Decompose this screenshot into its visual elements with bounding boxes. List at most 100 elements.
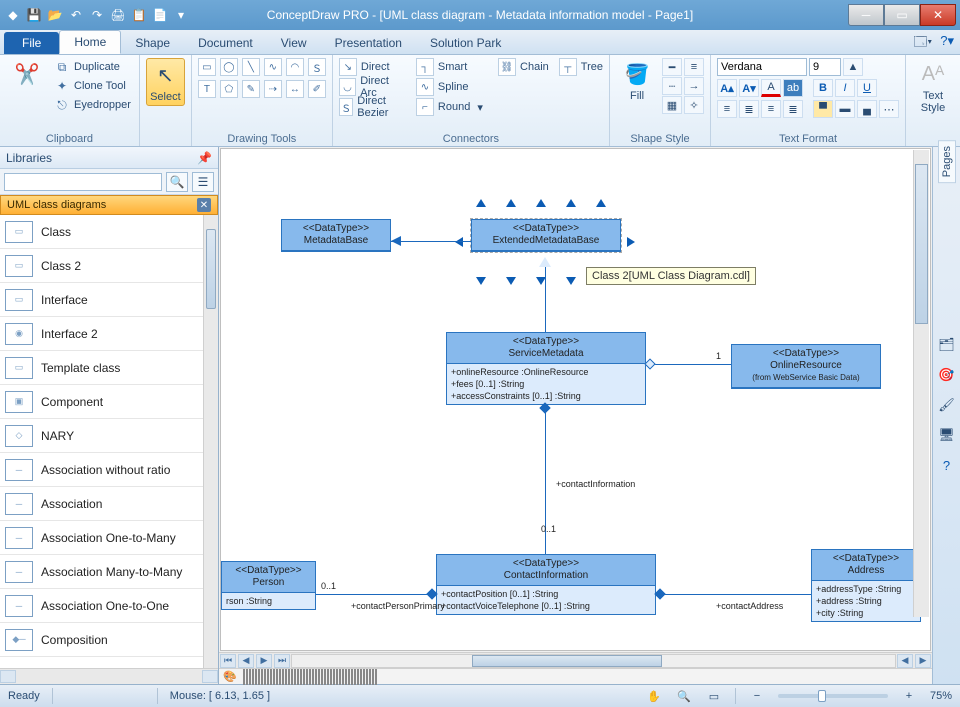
- color-swatch[interactable]: [363, 669, 365, 685]
- category-close-icon[interactable]: ✕: [197, 198, 211, 212]
- color-swatch[interactable]: [330, 669, 332, 685]
- file-tab[interactable]: File: [4, 32, 59, 54]
- library-vscrollbar[interactable]: [203, 215, 218, 668]
- qat-paste-icon[interactable]: 📄: [151, 6, 169, 24]
- library-search-input[interactable]: [4, 173, 162, 191]
- color-swatch[interactable]: [372, 669, 374, 685]
- text-style-button[interactable]: AᴬText Style: [912, 58, 954, 116]
- color-swatch[interactable]: [285, 669, 287, 685]
- tool-bezier[interactable]: Ｓ: [308, 58, 326, 76]
- tab-presentation[interactable]: Presentation: [321, 32, 416, 54]
- color-swatch[interactable]: [303, 669, 305, 685]
- dock-target-icon[interactable]: 🎯: [936, 364, 958, 386]
- zoom-out-button[interactable]: −: [748, 688, 766, 704]
- grow-font-button[interactable]: ▲: [843, 58, 863, 76]
- color-swatch[interactable]: [246, 669, 248, 685]
- color-swatch[interactable]: [321, 669, 323, 685]
- color-swatch[interactable]: [309, 669, 311, 685]
- color-swatch[interactable]: [255, 669, 257, 685]
- align-left-button[interactable]: ≡: [717, 100, 737, 118]
- font-color-button[interactable]: A: [761, 79, 781, 97]
- color-swatch[interactable]: [348, 669, 350, 685]
- dock-screen-icon[interactable]: 🖥: [936, 424, 958, 446]
- color-swatch[interactable]: [300, 669, 302, 685]
- page-prev-button[interactable]: ◀: [238, 654, 254, 668]
- color-swatch[interactable]: [294, 669, 296, 685]
- align-right-button[interactable]: ≡: [761, 100, 781, 118]
- conn-spline[interactable]: ∿Spline: [416, 78, 483, 96]
- hscroll-right-button[interactable]: ▶: [915, 654, 931, 668]
- bold-button[interactable]: B: [813, 79, 833, 97]
- lib-item-interface2[interactable]: ◉Interface 2: [0, 317, 203, 351]
- fit-page-button[interactable]: ▭: [705, 688, 723, 704]
- color-swatch[interactable]: [360, 669, 362, 685]
- lib-item-one-many[interactable]: ─Association One-to-Many: [0, 521, 203, 555]
- page-last-button[interactable]: ⏭: [274, 654, 290, 668]
- tab-document[interactable]: Document: [184, 32, 267, 54]
- qat-undo-icon[interactable]: ↶: [67, 6, 85, 24]
- color-swatch[interactable]: [267, 669, 269, 685]
- tool-rect[interactable]: ▭: [198, 58, 216, 76]
- pan-tool-button[interactable]: ✋: [645, 688, 663, 704]
- dock-help-icon[interactable]: ?: [936, 454, 958, 476]
- canvas[interactable]: <<DataType>>MetadataBase <<DataType>>Ext…: [221, 149, 930, 650]
- increase-font-button[interactable]: A▴: [717, 79, 737, 97]
- library-hscrollbar[interactable]: [0, 668, 218, 684]
- color-swatch[interactable]: [276, 669, 278, 685]
- conn-tree[interactable]: ┬Tree: [559, 58, 603, 76]
- conn-directbezier[interactable]: ＳDirect Bezier: [339, 98, 406, 116]
- dock-brush-icon[interactable]: 🖌: [936, 394, 958, 416]
- hscroll-left-button[interactable]: ◀: [897, 654, 913, 668]
- color-swatch[interactable]: [357, 669, 359, 685]
- paste-button[interactable]: ✂️: [6, 58, 48, 92]
- qat-print-icon[interactable]: 🖨: [109, 6, 127, 24]
- effects-button[interactable]: ✧: [684, 96, 704, 114]
- uml-metadatabase[interactable]: <<DataType>>MetadataBase: [281, 219, 391, 252]
- canvas-hscrollbar[interactable]: ⏮ ◀ ▶ ⏭ ◀ ▶: [219, 652, 932, 668]
- color-swatch[interactable]: [264, 669, 266, 685]
- library-category[interactable]: UML class diagrams ✕: [0, 195, 218, 215]
- lib-item-class2[interactable]: ▭Class 2: [0, 249, 203, 283]
- uml-person[interactable]: <<DataType>>Person rson :String: [221, 561, 316, 610]
- uml-extendedmetadatabase[interactable]: <<DataType>>ExtendedMetadataBase: [471, 219, 621, 252]
- qat-redo-icon[interactable]: ↷: [88, 6, 106, 24]
- sidebar-pin-icon[interactable]: 📌: [197, 151, 212, 165]
- tab-home[interactable]: Home: [59, 30, 121, 54]
- tool-ellipse[interactable]: ◯: [220, 58, 238, 76]
- tool-dim[interactable]: ↔: [286, 80, 304, 98]
- tool-free[interactable]: ✎: [242, 80, 260, 98]
- line-style-button[interactable]: ━: [662, 58, 682, 76]
- page-first-button[interactable]: ⏮: [220, 654, 236, 668]
- color-swatch[interactable]: [270, 669, 272, 685]
- underline-button[interactable]: U: [857, 79, 877, 97]
- minimize-button[interactable]: ─: [848, 4, 884, 26]
- align-justify-button[interactable]: ≣: [783, 100, 803, 118]
- color-swatch[interactable]: [369, 669, 371, 685]
- dock-layers-icon[interactable]: 🗂: [936, 334, 958, 356]
- valign-mid-button[interactable]: ▬: [835, 100, 855, 118]
- color-swatch[interactable]: [243, 669, 245, 685]
- color-swatch[interactable]: [282, 669, 284, 685]
- color-swatch[interactable]: [279, 669, 281, 685]
- canvas-vscrollbar[interactable]: [913, 150, 929, 617]
- tool-conn[interactable]: ⇢: [264, 80, 282, 98]
- lib-item-one-one[interactable]: ─Association One-to-One: [0, 589, 203, 623]
- color-swatch[interactable]: [288, 669, 290, 685]
- maximize-button[interactable]: ▭: [884, 4, 920, 26]
- font-size-select[interactable]: [809, 58, 841, 76]
- lib-item-composition[interactable]: ◆─Composition: [0, 623, 203, 657]
- qat-more-icon[interactable]: ▾: [172, 6, 190, 24]
- close-button[interactable]: ✕: [920, 4, 956, 26]
- color-swatch[interactable]: [258, 669, 260, 685]
- search-button[interactable]: 🔍: [166, 172, 188, 192]
- conn-chain[interactable]: ⛓Chain: [498, 58, 549, 76]
- eyedropper-button[interactable]: ⎋Eyedropper: [52, 96, 133, 114]
- align-center-button[interactable]: ≣: [739, 100, 759, 118]
- qat-save-icon[interactable]: 💾: [25, 6, 43, 24]
- page-next-button[interactable]: ▶: [256, 654, 272, 668]
- uml-servicemetadata[interactable]: <<DataType>>ServiceMetadata +onlineResou…: [446, 332, 646, 405]
- color-swatch[interactable]: [318, 669, 320, 685]
- lib-item-many-many[interactable]: ─Association Many-to-Many: [0, 555, 203, 589]
- pages-panel-tab[interactable]: Pages: [936, 151, 958, 173]
- help-icon[interactable]: ?▾: [940, 33, 954, 55]
